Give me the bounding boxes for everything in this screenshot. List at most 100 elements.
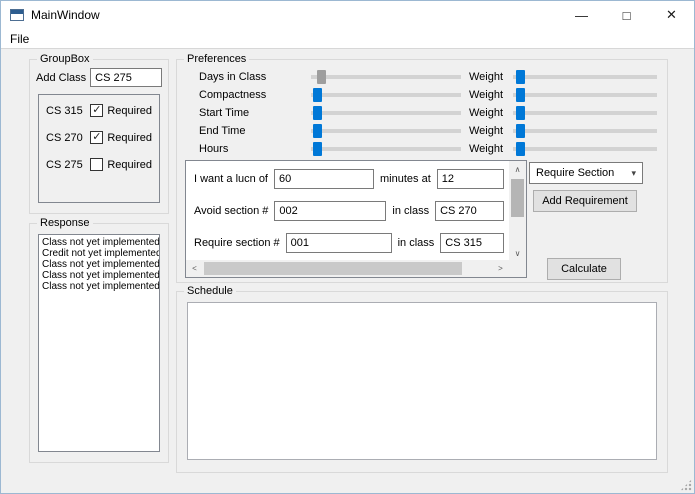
schedule-group: Schedule	[176, 285, 668, 473]
start-time-weight-slider[interactable]	[513, 105, 657, 120]
response-group: Response Class not yet implemented Credi…	[29, 217, 169, 463]
slider-track	[311, 74, 461, 79]
required-toggle: Required	[90, 158, 152, 171]
required-checkbox[interactable]	[90, 158, 104, 171]
slider-track	[513, 128, 657, 133]
preferences-group: Preferences Days in Class Weight Compact…	[176, 53, 668, 283]
require-class-input[interactable]	[440, 233, 504, 253]
menu-file[interactable]: File	[1, 30, 38, 48]
vertical-scrollbar[interactable]: ∧ ∨	[509, 161, 526, 261]
weight-label: Weight	[469, 106, 504, 119]
slider-track	[311, 146, 461, 151]
lunch-minutes-input[interactable]	[274, 169, 374, 189]
chevron-down-icon: ▾	[631, 167, 636, 178]
title-bar: MainWindow — □ ✕	[1, 1, 694, 29]
slider-thumb[interactable]	[515, 105, 525, 120]
content-area: GroupBox Add Class CS 315 ✓ Required CS …	[1, 49, 694, 493]
horizontal-scroll-thumb[interactable]	[204, 262, 462, 275]
main-window: MainWindow — □ ✕ File GroupBox Add Class…	[0, 0, 695, 494]
slider-thumb[interactable]	[312, 141, 322, 156]
pref-row-hours: Hours Weight	[199, 140, 657, 157]
slider-thumb[interactable]	[312, 105, 322, 120]
dropdown-value: Require Section	[536, 167, 615, 179]
preference-sliders: Days in Class Weight Compactness Weight …	[199, 68, 657, 158]
add-requirement-button[interactable]: Add Requirement	[533, 190, 637, 212]
scroll-right-icon[interactable]: >	[492, 260, 509, 277]
menu-bar: File	[1, 29, 694, 49]
add-class-row: Add Class	[36, 68, 162, 87]
class-name: CS 315	[46, 104, 83, 117]
slider-label: Compactness	[199, 88, 267, 101]
avoid-class-input[interactable]	[435, 201, 504, 221]
window-title: MainWindow	[31, 8, 100, 22]
weight-label: Weight	[469, 70, 504, 83]
class-row: CS 315 ✓ Required	[46, 104, 152, 117]
required-checkbox[interactable]: ✓	[90, 131, 104, 144]
req-text: Avoid section #	[194, 205, 269, 217]
weight-label: Weight	[469, 142, 504, 155]
slider-track	[513, 74, 657, 79]
hours-weight-slider[interactable]	[513, 141, 657, 156]
slider-label: End Time	[199, 124, 246, 137]
close-button[interactable]: ✕	[649, 1, 694, 29]
window-controls: — □ ✕	[559, 1, 694, 29]
add-class-label: Add Class	[36, 71, 87, 84]
required-checkbox[interactable]: ✓	[90, 104, 104, 117]
vertical-scroll-thumb[interactable]	[511, 179, 524, 217]
response-message: Class not yet implemented	[42, 270, 160, 281]
start-time-slider[interactable]	[311, 105, 461, 120]
slider-thumb[interactable]	[312, 87, 322, 102]
req-text: in class	[397, 237, 435, 249]
classes-groupbox: GroupBox Add Class CS 315 ✓ Required CS …	[29, 53, 169, 214]
slider-thumb[interactable]	[312, 123, 322, 138]
slider-thumb[interactable]	[515, 141, 525, 156]
require-section-number-input[interactable]	[285, 233, 392, 253]
calculate-button[interactable]: Calculate	[547, 258, 621, 280]
avoid-section-row: Avoid section # in class	[194, 201, 504, 221]
slider-thumb[interactable]	[317, 69, 326, 84]
slider-track	[311, 128, 461, 133]
scroll-up-icon[interactable]: ∧	[509, 161, 526, 177]
slider-thumb[interactable]	[515, 87, 525, 102]
pref-row-start-time: Start Time Weight	[199, 104, 657, 121]
slider-label: Hours	[199, 142, 229, 155]
days-in-class-weight-slider[interactable]	[513, 69, 657, 84]
hours-slider[interactable]	[311, 141, 461, 156]
req-text: in class	[392, 205, 430, 217]
minimize-button[interactable]: —	[559, 1, 604, 29]
end-time-slider[interactable]	[311, 123, 461, 138]
compactness-slider[interactable]	[311, 87, 461, 102]
slider-track	[311, 92, 461, 97]
response-message: Class not yet implemented	[42, 281, 160, 292]
resize-grip[interactable]	[680, 479, 692, 491]
avoid-section-number-input[interactable]	[274, 201, 387, 221]
response-list[interactable]: Class not yet implemented Credit not yet…	[38, 234, 160, 452]
req-text: I want a lucn of	[194, 173, 268, 185]
response-message: Class not yet implemented	[42, 237, 160, 248]
scroll-down-icon[interactable]: ∨	[509, 245, 526, 261]
weight-label: Weight	[469, 88, 504, 101]
preferences-title: Preferences	[184, 53, 250, 65]
compactness-weight-slider[interactable]	[513, 87, 657, 102]
end-time-weight-slider[interactable]	[513, 123, 657, 138]
maximize-button[interactable]: □	[604, 1, 649, 29]
slider-thumb[interactable]	[515, 69, 525, 84]
lunch-requirement-row: I want a lucn of minutes at	[194, 169, 504, 189]
days-in-class-slider[interactable]	[311, 69, 461, 84]
class-row: CS 270 ✓ Required	[46, 131, 152, 144]
lunch-time-input[interactable]	[436, 169, 504, 189]
slider-track	[513, 110, 657, 115]
response-message: Credit not yet implemented	[42, 248, 160, 259]
horizontal-scrollbar[interactable]: < >	[186, 260, 509, 277]
app-icon	[10, 9, 24, 21]
weight-label: Weight	[469, 124, 504, 137]
class-row: CS 275 Required	[46, 158, 152, 171]
class-list[interactable]: CS 315 ✓ Required CS 270 ✓ Required CS 2…	[38, 94, 160, 203]
schedule-title: Schedule	[184, 285, 236, 297]
requirement-type-dropdown[interactable]: Require Section ▾	[529, 162, 643, 184]
slider-thumb[interactable]	[515, 123, 525, 138]
scroll-left-icon[interactable]: <	[186, 260, 203, 277]
required-label: Required	[107, 104, 152, 117]
add-class-input[interactable]	[90, 68, 162, 87]
schedule-output[interactable]	[187, 302, 657, 460]
